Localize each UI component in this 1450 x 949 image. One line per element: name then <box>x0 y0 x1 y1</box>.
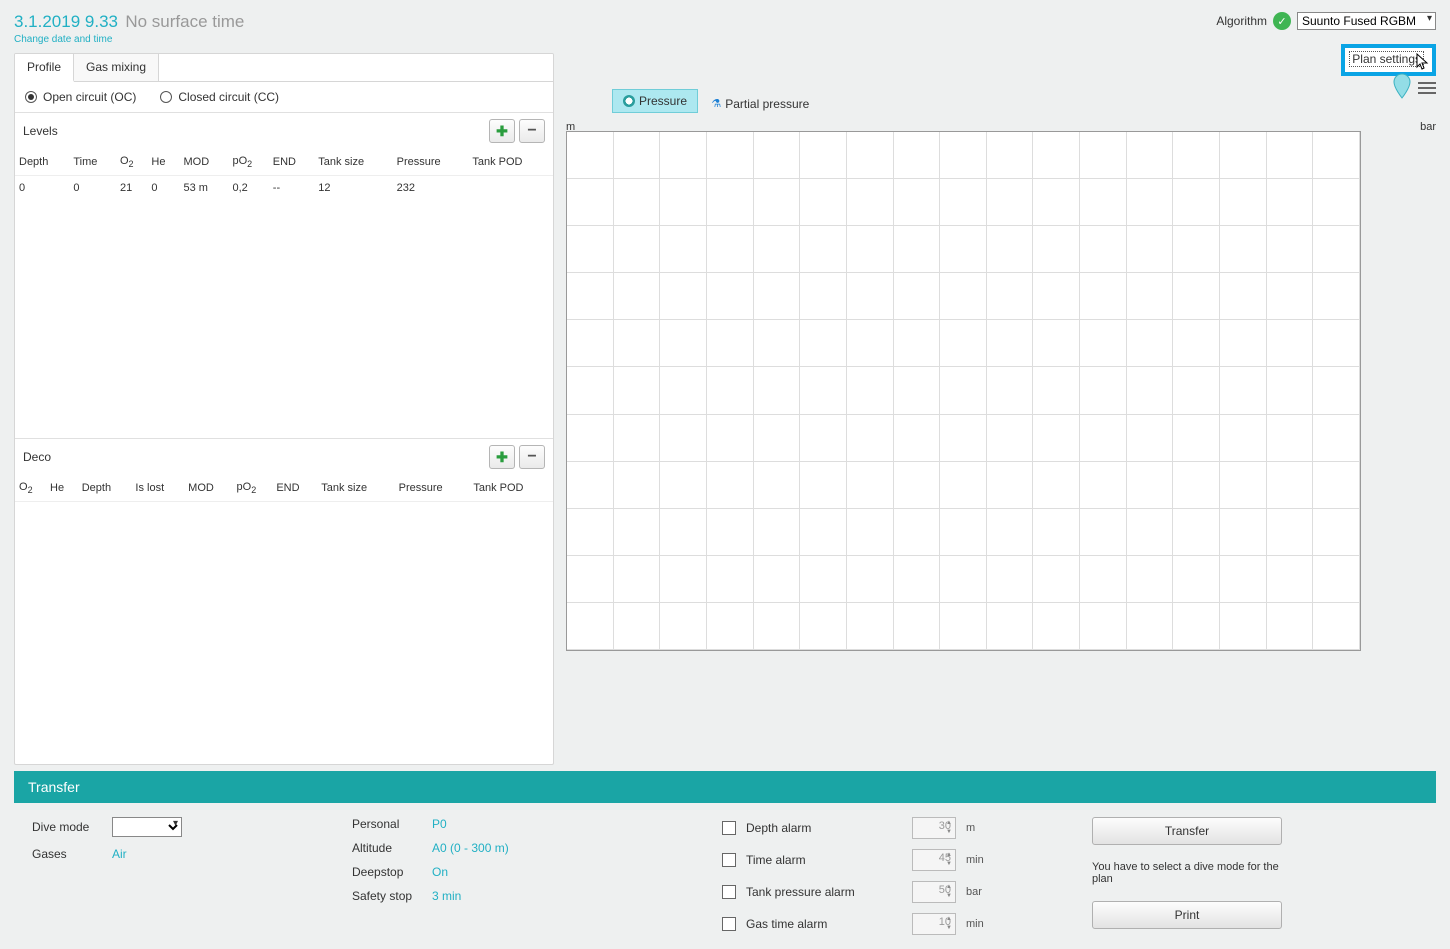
deepstop-label: Deepstop <box>352 865 422 879</box>
levels-row[interactable]: 0 0 21 0 53 m 0,2 -- 12 232 <box>15 176 553 201</box>
depth-alarm-checkbox[interactable] <box>722 821 736 835</box>
time-alarm-input[interactable]: 45▲▼ <box>912 849 956 871</box>
dcol-depth: Depth <box>78 475 132 502</box>
deco-remove-button[interactable]: − <box>519 445 545 469</box>
col-tank-pod: Tank POD <box>468 149 553 176</box>
gas-alarm-input[interactable]: 10▲▼ <box>912 913 956 935</box>
dcol-is-lost: Is lost <box>131 475 184 502</box>
tank-alarm-input[interactable]: 50▲▼ <box>912 881 956 903</box>
datetime-label: 3.1.2019 9.33 <box>14 12 118 31</box>
time-alarm-checkbox[interactable] <box>722 853 736 867</box>
dcol-pressure: Pressure <box>395 475 470 502</box>
dcol-tank-pod: Tank POD <box>469 475 553 502</box>
col-time: Time <box>69 149 116 176</box>
personal-value[interactable]: P0 <box>432 817 447 831</box>
col-depth: Depth <box>15 149 69 176</box>
tank-alarm-unit: bar <box>966 886 982 898</box>
transfer-bar[interactable]: Transfer <box>14 771 1436 803</box>
transfer-button[interactable]: Transfer <box>1092 817 1282 845</box>
safety-value[interactable]: 3 min <box>432 889 461 903</box>
col-he: He <box>147 149 179 176</box>
col-mod: MOD <box>179 149 228 176</box>
depth-alarm-label: Depth alarm <box>746 821 811 835</box>
dive-mode-label: Dive mode <box>32 820 102 834</box>
depth-alarm-unit: m <box>966 822 975 834</box>
dcol-end: END <box>272 475 317 502</box>
dcol-tank-size: Tank size <box>317 475 394 502</box>
altitude-label: Altitude <box>352 841 422 855</box>
pin-icon[interactable] <box>1392 73 1412 102</box>
dcol-o2: O2 <box>15 475 46 502</box>
partial-pressure-tab[interactable]: ⚗ Partial pressure <box>701 93 819 115</box>
gauge-icon <box>623 95 635 107</box>
col-end: END <box>269 149 314 176</box>
levels-add-button[interactable]: ✚ <box>489 119 515 143</box>
dcol-he: He <box>46 475 78 502</box>
algorithm-label: Algorithm <box>1216 14 1267 28</box>
col-pressure: Pressure <box>393 149 469 176</box>
gas-alarm-label: Gas time alarm <box>746 917 827 931</box>
check-icon: ✓ <box>1273 12 1291 30</box>
change-datetime-link[interactable]: Change date and time <box>14 34 244 45</box>
algorithm-select[interactable]: Suunto Fused RGBM <box>1297 12 1436 30</box>
gases-value[interactable]: Air <box>112 847 127 861</box>
safety-label: Safety stop <box>352 889 422 903</box>
hamburger-icon[interactable] <box>1418 82 1436 94</box>
radio-open-circuit[interactable]: Open circuit (OC) <box>25 90 136 104</box>
levels-remove-button[interactable]: − <box>519 119 545 143</box>
tank-alarm-checkbox[interactable] <box>722 885 736 899</box>
time-alarm-unit: min <box>966 854 984 866</box>
col-po2: pO2 <box>228 149 268 176</box>
gas-alarm-unit: min <box>966 918 984 930</box>
gases-label: Gases <box>32 847 102 861</box>
deepstop-value[interactable]: On <box>432 865 448 879</box>
dive-mode-select[interactable] <box>112 817 182 837</box>
deco-title: Deco <box>23 450 51 464</box>
altitude-value[interactable]: A0 (0 - 300 m) <box>432 841 509 855</box>
time-alarm-label: Time alarm <box>746 853 806 867</box>
gas-alarm-checkbox[interactable] <box>722 917 736 931</box>
depth-alarm-input[interactable]: 30▲▼ <box>912 817 956 839</box>
tab-gas-mixing[interactable]: Gas mixing <box>74 54 159 81</box>
tank-icon: ⚗ <box>711 97 721 110</box>
dcol-po2: pO2 <box>233 475 273 502</box>
personal-label: Personal <box>352 817 422 831</box>
deco-add-button[interactable]: ✚ <box>489 445 515 469</box>
dcol-mod: MOD <box>184 475 232 502</box>
levels-title: Levels <box>23 124 58 138</box>
axis-m-label: m <box>566 121 575 133</box>
surface-time-label: No surface time <box>125 12 244 31</box>
print-button[interactable]: Print <box>1092 901 1282 929</box>
chart-grid: // populated below after data load to in… <box>566 131 1361 651</box>
col-tank-size: Tank size <box>314 149 392 176</box>
tab-profile[interactable]: Profile <box>15 54 74 82</box>
radio-closed-circuit[interactable]: Closed circuit (CC) <box>160 90 279 104</box>
pressure-tab[interactable]: Pressure <box>612 89 698 113</box>
axis-bar-label: bar <box>1420 121 1436 133</box>
tank-alarm-label: Tank pressure alarm <box>746 885 855 899</box>
col-o2: O2 <box>116 149 147 176</box>
mode-note: You have to select a dive mode for the p… <box>1092 861 1282 885</box>
